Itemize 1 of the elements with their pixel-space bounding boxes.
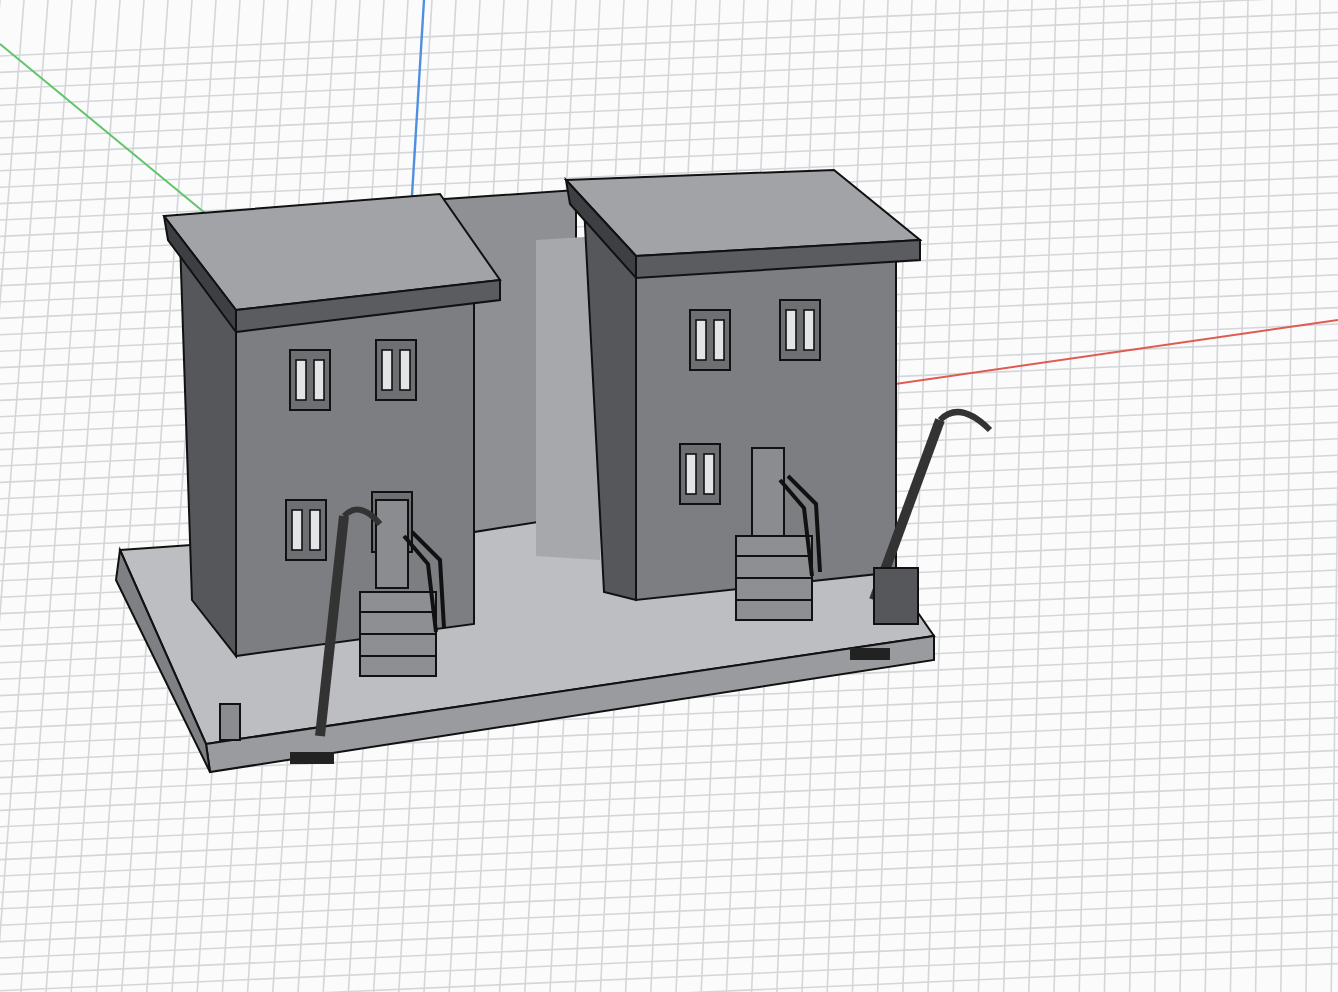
townhouse-model-drawing[interactable] <box>114 169 993 774</box>
